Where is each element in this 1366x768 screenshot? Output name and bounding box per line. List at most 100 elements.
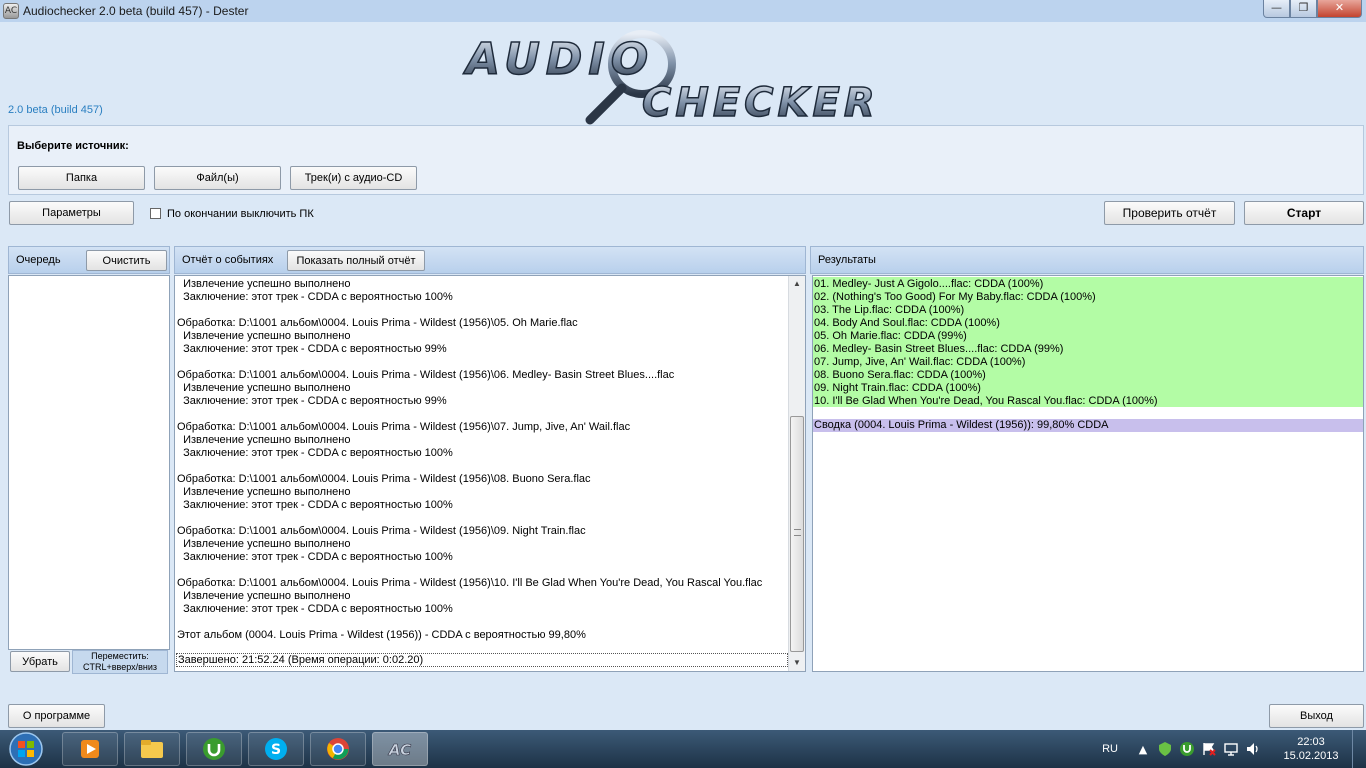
- event-log-line: Заключение: этот трек - CDDA с вероятнос…: [177, 499, 453, 511]
- about-button[interactable]: О программе: [8, 704, 105, 728]
- clock-date: 15.02.2013: [1283, 750, 1339, 762]
- audiochecker-icon: AC: [388, 741, 412, 760]
- remove-button[interactable]: Убрать: [10, 651, 70, 672]
- window-title: Audiochecker 2.0 beta (build 457) - Dest…: [23, 4, 249, 18]
- result-line: 10. I'll Be Glad When You're Dead, You R…: [814, 395, 1158, 407]
- result-line: 01. Medley- Just A Gigolo....flac: CDDA …: [814, 278, 1044, 290]
- audio-cd-button[interactable]: Трек(и) с аудио-CD: [290, 166, 417, 190]
- audiochecker-logo: AUDIO CHECKER: [462, 30, 875, 126]
- source-panel: Выберите источник: Папка Файл(ы) Трек(и)…: [8, 125, 1364, 195]
- move-hint: Переместить: CTRL+вверх/вниз: [72, 650, 168, 674]
- event-log-line: Заключение: этот трек - CDDA с вероятнос…: [177, 343, 447, 355]
- events-scrollbar[interactable]: ▲ ▼: [788, 276, 805, 671]
- event-log-line: Извлечение успешно выполнено: [177, 486, 351, 498]
- show-full-report-button[interactable]: Показать полный отчёт: [287, 250, 425, 271]
- explorer-icon: [141, 740, 163, 758]
- utorrent-icon: [203, 738, 225, 760]
- app-client-area: AUDIO CHECKER 2.0 beta (build 457) Выбер…: [0, 22, 1366, 730]
- events-log[interactable]: Извлечение успешно выполнено Заключение:…: [174, 275, 806, 672]
- skype-icon: S: [265, 738, 287, 760]
- network-icon[interactable]: [1223, 741, 1239, 757]
- clock-time: 22:03: [1297, 736, 1325, 748]
- taskbar-utorrent[interactable]: [186, 732, 242, 766]
- taskbar-audiochecker[interactable]: AC: [372, 732, 428, 766]
- results-header: Результаты: [810, 246, 1364, 274]
- taskbar-skype[interactable]: S: [248, 732, 304, 766]
- maximize-button[interactable]: ❐: [1290, 0, 1317, 18]
- logo-line1: AUDIO: [463, 34, 654, 85]
- utorrent-tray-icon[interactable]: [1179, 741, 1195, 757]
- event-log-line: Заключение: этот трек - CDDA с вероятнос…: [177, 395, 447, 407]
- antivirus-tray-icon[interactable]: [1157, 741, 1173, 757]
- taskbar-media-player[interactable]: [62, 732, 118, 766]
- files-button[interactable]: Файл(ы): [154, 166, 281, 190]
- events-log-lines: Извлечение успешно выполнено Заключение:…: [177, 278, 787, 642]
- exit-button[interactable]: Выход: [1269, 704, 1364, 728]
- app-icon: AC: [3, 3, 19, 19]
- event-log-line: Обработка: D:\1001 альбом\0004. Louis Pr…: [177, 577, 763, 589]
- scroll-down-arrow[interactable]: ▼: [789, 655, 805, 671]
- results-summary: Сводка (0004. Louis Prima - Wildest (195…: [813, 419, 1363, 432]
- result-line: 03. The Lip.flac: CDDA (100%): [814, 304, 965, 316]
- start-button[interactable]: Старт: [1244, 201, 1364, 225]
- taskbar-explorer[interactable]: [124, 732, 180, 766]
- event-log-line: Извлечение успешно выполнено: [177, 278, 351, 290]
- system-tray: RU ▲ 22:03 15.02.2013: [1102, 730, 1366, 768]
- scroll-up-arrow[interactable]: ▲: [789, 276, 805, 292]
- events-status: Завершено: 21:52.24 (Время операции: 0:0…: [176, 653, 788, 667]
- result-line: 08. Buono Sera.flac: CDDA (100%): [814, 369, 986, 381]
- event-log-line: [177, 304, 787, 317]
- language-indicator[interactable]: RU: [1102, 743, 1118, 755]
- event-log-line: Обработка: D:\1001 альбом\0004. Louis Pr…: [177, 421, 631, 433]
- move-hint-line2: CTRL+вверх/вниз: [82, 662, 158, 672]
- results-track-lines: 01. Medley- Just A Gigolo....flac: CDDA …: [813, 277, 1363, 407]
- event-log-line: Обработка: D:\1001 альбом\0004. Louis Pr…: [177, 525, 586, 537]
- folder-button[interactable]: Папка: [18, 166, 145, 190]
- shutdown-checkbox-label: По окончании выключить ПК: [167, 208, 314, 220]
- event-log-line: Заключение: этот трек - CDDA с вероятнос…: [177, 291, 453, 303]
- action-center-icon[interactable]: [1201, 741, 1217, 757]
- chrome-icon: [327, 738, 349, 760]
- window-controls: — ❐ ✕: [1263, 0, 1362, 18]
- start-button-icon[interactable]: [4, 730, 50, 768]
- event-log-line: Извлечение успешно выполнено: [177, 434, 351, 446]
- queue-title: Очередь: [16, 254, 61, 266]
- media-player-icon: [81, 740, 99, 758]
- taskbar: S AC RU ▲ 22:03 15.02.2013: [0, 730, 1366, 768]
- result-line: 09. Night Train.flac: CDDA (100%): [814, 382, 981, 394]
- minimize-button[interactable]: —: [1263, 0, 1290, 18]
- svg-text:AC: AC: [388, 741, 411, 759]
- clear-queue-button[interactable]: Очистить: [86, 250, 167, 271]
- event-log-line: Обработка: D:\1001 альбом\0004. Louis Pr…: [177, 473, 591, 485]
- result-line: 04. Body And Soul.flac: CDDA (100%): [814, 317, 1000, 329]
- scroll-thumb[interactable]: [790, 416, 804, 652]
- event-log-line: Извлечение успешно выполнено: [177, 590, 351, 602]
- results-list[interactable]: 01. Medley- Just A Gigolo....flac: CDDA …: [812, 275, 1364, 672]
- close-button[interactable]: ✕: [1317, 0, 1362, 18]
- show-desktop-button[interactable]: [1352, 730, 1366, 768]
- result-line: 07. Jump, Jive, An' Wail.flac: CDDA (100…: [814, 356, 1026, 368]
- result-line: 06. Medley- Basin Street Blues....flac: …: [814, 343, 1064, 355]
- version-label: 2.0 beta (build 457): [8, 104, 103, 116]
- event-log-line: Обработка: D:\1001 альбом\0004. Louis Pr…: [177, 317, 578, 329]
- taskbar-chrome[interactable]: [310, 732, 366, 766]
- events-header: Отчёт о событиях Показать полный отчёт: [174, 246, 806, 274]
- event-log-line: [177, 512, 787, 525]
- tray-expand-icon[interactable]: ▲: [1135, 741, 1151, 757]
- queue-header: Очередь Очистить: [8, 246, 170, 274]
- check-report-button[interactable]: Проверить отчёт: [1104, 201, 1235, 225]
- shutdown-checkbox[interactable]: [150, 208, 161, 219]
- event-log-line: Извлечение успешно выполнено: [177, 330, 351, 342]
- params-button[interactable]: Параметры: [9, 201, 134, 225]
- event-log-line: Этот альбом (0004. Louis Prima - Wildest…: [177, 629, 586, 641]
- queue-list[interactable]: [8, 275, 170, 650]
- event-log-line: [177, 356, 787, 369]
- source-label: Выберите источник:: [17, 140, 129, 152]
- result-line: 02. (Nothing's Too Good) For My Baby.fla…: [814, 291, 1096, 303]
- events-title: Отчёт о событиях: [182, 254, 274, 266]
- event-log-line: [177, 564, 787, 577]
- event-log-line: [177, 408, 787, 421]
- volume-icon[interactable]: [1245, 741, 1261, 757]
- clock[interactable]: 22:03 15.02.2013: [1276, 735, 1346, 763]
- results-title: Результаты: [818, 254, 876, 266]
